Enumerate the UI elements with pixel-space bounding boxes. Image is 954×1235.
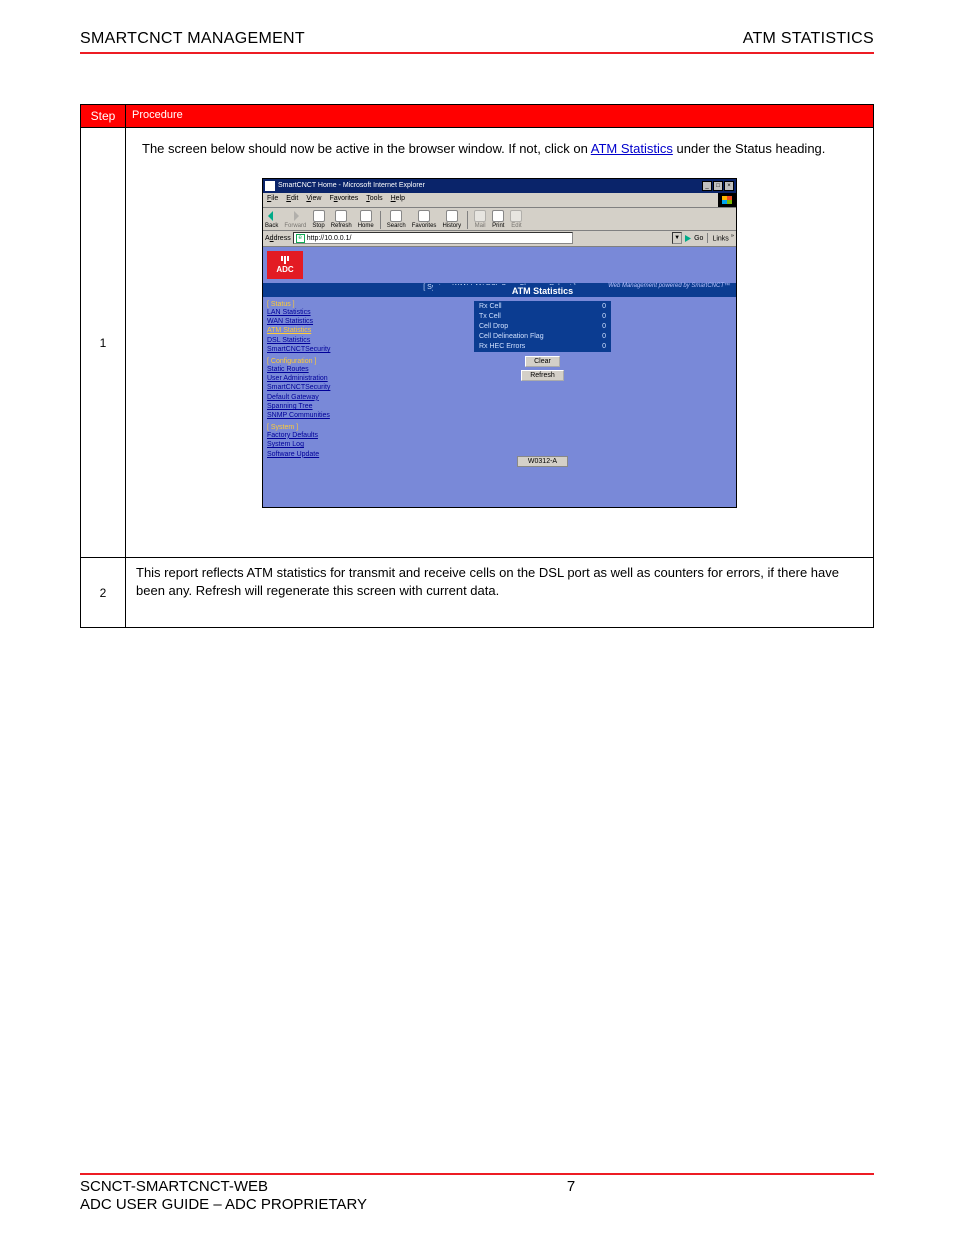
titlebar: SmartCNCT Home - Microsoft Internet Expl… xyxy=(263,179,736,193)
table-row: Cell Drop0 xyxy=(475,321,611,331)
page-content: ADC Web Management powered by SmartCNCT™… xyxy=(263,247,736,507)
menubar: FFileile Edit View Favorites Tools Help xyxy=(263,193,718,205)
footer-center: 7 xyxy=(567,1178,575,1195)
favorites-button[interactable]: Favorites xyxy=(412,210,437,229)
menu-tools[interactable]: Tools xyxy=(366,195,382,202)
col-header-procedure: Procedure xyxy=(126,105,874,128)
minimize-button[interactable]: _ xyxy=(702,181,712,191)
menu-file[interactable]: FFileile xyxy=(267,195,278,202)
address-dropdown[interactable]: ▼ xyxy=(672,232,682,244)
mail-button[interactable]: Mail xyxy=(474,210,486,229)
nav-smartcnct-security-config[interactable]: SmartCNCTSecurity xyxy=(267,384,345,392)
menu-view[interactable]: View xyxy=(306,195,321,202)
go-button[interactable]: Go xyxy=(684,234,703,243)
menu-favorites[interactable]: Favorites xyxy=(329,195,358,202)
step-content: This report reflects ATM statistics for … xyxy=(126,558,874,628)
instr-suffix: under the Status heading. xyxy=(677,141,826,156)
address-input[interactable]: e http://10.0.0.1/ xyxy=(293,232,573,244)
nav-user-administration[interactable]: User Administration xyxy=(267,375,345,383)
footer-guide: ADC USER GUIDE – ADC PROPRIETARY xyxy=(80,1196,367,1213)
nav-factory-defaults[interactable]: Factory Defaults xyxy=(267,432,345,440)
nav-static-routes[interactable]: Static Routes xyxy=(267,366,345,374)
maximize-button[interactable]: □ xyxy=(713,181,723,191)
header-right: ATM STATISTICS xyxy=(743,30,874,48)
menu-help[interactable]: Help xyxy=(391,195,405,202)
footer-left: SCNCT-SMARTCNCT-WEB xyxy=(80,1178,268,1195)
col-header-step: Step xyxy=(81,105,126,128)
step-content: The screen below should now be active in… xyxy=(126,128,874,558)
nav-wan-statistics[interactable]: WAN Statistics xyxy=(267,318,345,326)
ie-icon xyxy=(265,181,275,191)
step-number: 2 xyxy=(81,558,126,628)
atm-statistics-table: Rx Cell0 Tx Cell0 Cell Drop0 Cell Deline… xyxy=(474,301,611,352)
table-row: Rx HEC Errors0 xyxy=(475,341,611,351)
refresh-stats-button[interactable]: Refresh xyxy=(521,370,564,381)
adc-logo: ADC xyxy=(267,251,303,279)
nav-section-status: [ Status ] xyxy=(267,299,345,309)
nav-snmp-communities[interactable]: SNMP Communities xyxy=(267,412,345,420)
toolbar: Back Forward Stop Refresh Home Search xyxy=(263,207,736,231)
search-button[interactable]: Search xyxy=(387,210,406,229)
nav-spanning-tree[interactable]: Spanning Tree xyxy=(267,403,345,411)
nav-dsl-statistics[interactable]: DSL Statistics xyxy=(267,337,345,345)
window-title: SmartCNCT Home - Microsoft Internet Expl… xyxy=(278,182,425,189)
stop-button[interactable]: Stop xyxy=(312,210,324,229)
refresh-button[interactable]: Refresh xyxy=(331,210,352,229)
address-value: http://10.0.0.1/ xyxy=(307,235,352,242)
address-label: Address xyxy=(265,235,291,242)
edit-button[interactable]: Edit xyxy=(510,210,522,229)
nav-section-system: [ System ] xyxy=(267,422,345,432)
back-button[interactable]: Back xyxy=(265,210,278,229)
nav-section-configuration: [ Configuration ] xyxy=(267,356,345,366)
table-row: Cell Delineation Flag0 xyxy=(475,331,611,341)
page-icon: e xyxy=(296,234,305,243)
footer-rule xyxy=(80,1173,874,1175)
procedure-table: Step Procedure 1 The screen below should… xyxy=(80,104,874,628)
header-left: SMARTCNCT MANAGEMENT xyxy=(80,30,305,48)
nav-software-update[interactable]: Software Update xyxy=(267,451,345,459)
menu-edit[interactable]: Edit xyxy=(286,195,298,202)
figure-label: W0312-A xyxy=(517,456,568,467)
address-bar: Address e http://10.0.0.1/ ▼ Go Links » xyxy=(263,231,736,247)
browser-window: SmartCNCT Home - Microsoft Internet Expl… xyxy=(262,178,737,508)
print-button[interactable]: Print xyxy=(492,210,504,229)
forward-button[interactable]: Forward xyxy=(284,210,306,229)
tagline: Web Management powered by SmartCNCT™ xyxy=(608,283,730,289)
clear-button[interactable]: Clear xyxy=(525,356,560,367)
table-row: Tx Cell0 xyxy=(475,311,611,321)
step-number: 1 xyxy=(81,128,126,558)
home-button[interactable]: Home xyxy=(358,210,374,229)
ie-throbber-icon xyxy=(718,193,736,207)
instr-prefix: The screen below should now be active in… xyxy=(142,141,588,156)
instr-link: ATM Statistics xyxy=(591,141,673,156)
links-label[interactable]: Links » xyxy=(712,233,734,242)
nav-lan-statistics[interactable]: LAN Statistics xyxy=(267,309,345,317)
history-button[interactable]: History xyxy=(442,210,461,229)
nav-default-gateway[interactable]: Default Gateway xyxy=(267,394,345,402)
nav-system-log[interactable]: System Log xyxy=(267,441,345,449)
nav-smartcnct-security-status[interactable]: SmartCNCTSecurity xyxy=(267,346,345,354)
nav-atm-statistics[interactable]: ATM Statistics xyxy=(267,327,345,335)
close-button[interactable]: × xyxy=(724,181,734,191)
table-row: Rx Cell0 xyxy=(475,301,611,311)
header-rule xyxy=(80,52,874,54)
left-nav: [ Status ] LAN Statistics WAN Statistics… xyxy=(263,299,349,466)
